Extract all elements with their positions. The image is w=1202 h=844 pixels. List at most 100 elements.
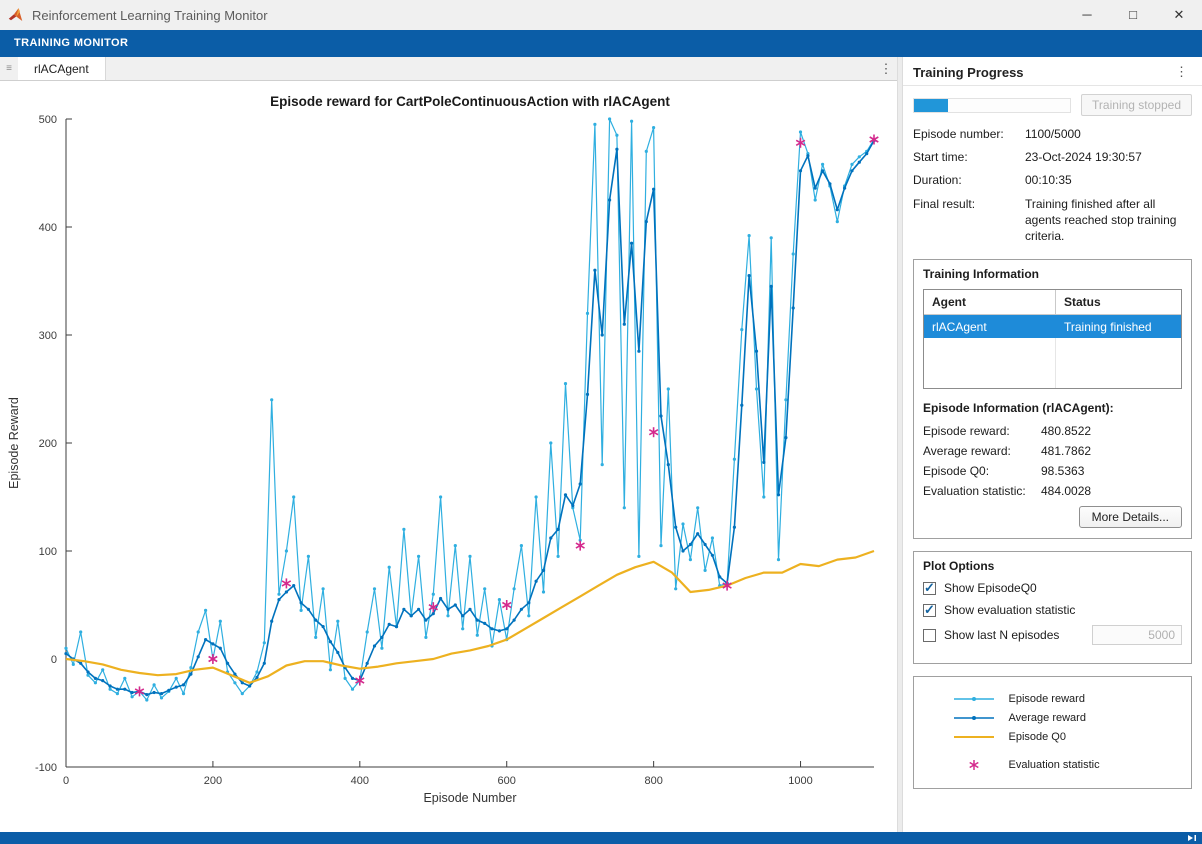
svg-text:600: 600 <box>498 775 516 787</box>
training-stopped-button[interactable]: Training stopped <box>1081 94 1192 116</box>
svg-text:0: 0 <box>63 775 69 787</box>
divider <box>903 85 1202 86</box>
matlab-logo-icon <box>8 7 26 23</box>
legend-episode-q0-sample <box>949 731 999 743</box>
training-progress-panel: Training Progress ⋮ Training stopped Epi… <box>903 57 1202 832</box>
legend-item-episode-q0: Episode Q0 <box>949 727 1157 746</box>
option-label: Show evaluation statistic <box>944 603 1075 617</box>
field-value: 00:10:35 <box>1025 172 1192 188</box>
table-empty-area <box>924 338 1181 388</box>
more-details-button[interactable]: More Details... <box>1079 506 1182 528</box>
titlebar: Reinforcement Learning Training Monitor … <box>0 0 1202 30</box>
table-row[interactable]: rlACAgent Training finished <box>924 315 1181 338</box>
svg-text:0: 0 <box>51 654 57 666</box>
field-episode-number: Episode number: 1100/5000 <box>903 122 1202 145</box>
svg-text:300: 300 <box>39 330 57 342</box>
legend-episode-reward-sample <box>949 693 999 705</box>
chart-container: -100010020030040050002004006008001000Epi… <box>0 81 897 832</box>
main-area: ≡ rlACAgent ⋮ -1000100200300400500020040… <box>0 57 1202 832</box>
legend-item-average-reward: Average reward <box>949 708 1157 727</box>
field-label: Episode reward: <box>923 424 1041 438</box>
field-label: Average reward: <box>923 444 1041 458</box>
svg-text:400: 400 <box>351 775 369 787</box>
option-show-evaluation-statistic: Show evaluation statistic <box>923 603 1182 617</box>
training-progress-bar <box>913 98 1071 113</box>
average-reward-row: Average reward: 481.7862 <box>923 444 1182 458</box>
field-value: Training finished after all agents reach… <box>1025 196 1192 245</box>
plot-options-group: Plot Options Show EpisodeQ0 Show evaluat… <box>913 551 1192 664</box>
cell-status: Training finished <box>1056 315 1181 338</box>
column-header-status: Status <box>1056 290 1181 314</box>
checkbox-show-evaluation-statistic[interactable] <box>923 604 936 617</box>
field-value: 98.5363 <box>1041 464 1084 478</box>
checkbox-show-episodeq0[interactable] <box>923 582 936 595</box>
field-start-time: Start time: 23-Oct-2024 19:30:57 <box>903 145 1202 168</box>
svg-text:1000: 1000 <box>788 775 812 787</box>
svg-text:200: 200 <box>39 438 57 450</box>
training-information-group: Training Information Agent Status rlACAg… <box>913 259 1192 539</box>
panel-header: Training Progress ⋮ <box>903 57 1202 85</box>
episode-reward-row: Episode reward: 480.8522 <box>923 424 1182 438</box>
evaluation-statistic-row: Evaluation statistic: 484.0028 <box>923 484 1182 498</box>
bottom-statusbar <box>0 832 1202 844</box>
svg-text:Episode reward for CartPoleCon: Episode reward for CartPoleContinuousAct… <box>270 94 670 109</box>
tab-grip-icon: ≡ <box>0 57 18 80</box>
svg-text:500: 500 <box>39 114 57 126</box>
field-value: 480.8522 <box>1041 424 1091 438</box>
field-duration: Duration: 00:10:35 <box>903 168 1202 191</box>
agent-status-table: Agent Status rlACAgent Training finished <box>923 289 1182 389</box>
field-final-result: Final result: Training finished after al… <box>903 192 1202 248</box>
expand-panel-icon[interactable] <box>1187 834 1197 842</box>
legend-item-evaluation-statistic: Evaluation statistic <box>949 755 1157 774</box>
legend-evaluation-statistic-sample <box>949 758 999 772</box>
field-label: Final result: <box>913 196 1025 245</box>
svg-text:400: 400 <box>39 222 57 234</box>
training-progress-fill <box>914 99 948 112</box>
tab-training-monitor[interactable]: TRAINING MONITOR <box>0 30 142 57</box>
field-value: 484.0028 <box>1041 484 1091 498</box>
svg-text:800: 800 <box>644 775 662 787</box>
legend-label: Episode reward <box>1009 693 1085 705</box>
legend-label: Average reward <box>1009 712 1086 724</box>
checkbox-show-last-n-episodes[interactable] <box>923 629 936 642</box>
minimize-icon[interactable]: ─ <box>1064 0 1110 30</box>
legend-label: Evaluation statistic <box>1009 759 1100 771</box>
svg-text:Episode Number: Episode Number <box>423 791 516 805</box>
plot-options-title: Plot Options <box>923 559 1182 573</box>
toolstrip: TRAINING MONITOR <box>0 30 1202 57</box>
field-label: Duration: <box>913 172 1025 188</box>
option-label: Show last N episodes <box>944 628 1059 642</box>
episode-information-title: Episode Information (rlACAgent): <box>923 401 1182 415</box>
document-tabstrip: ≡ rlACAgent ⋮ <box>0 57 897 81</box>
option-show-last-n-episodes: Show last N episodes <box>923 625 1182 645</box>
close-icon[interactable]: ✕ <box>1156 0 1202 30</box>
progress-row: Training stopped <box>903 90 1202 122</box>
cell-agent: rlACAgent <box>924 315 1056 338</box>
field-label: Evaluation statistic: <box>923 484 1041 498</box>
option-show-episodeq0: Show EpisodeQ0 <box>923 581 1182 595</box>
training-information-title: Training Information <box>923 267 1182 281</box>
training-chart: -100010020030040050002004006008001000Epi… <box>0 81 897 832</box>
field-value: 23-Oct-2024 19:30:57 <box>1025 149 1192 165</box>
field-label: Start time: <box>913 149 1025 165</box>
episode-q0-row: Episode Q0: 98.5363 <box>923 464 1182 478</box>
svg-text:100: 100 <box>39 546 57 558</box>
window-controls: ─ □ ✕ <box>1064 0 1202 30</box>
maximize-icon[interactable]: □ <box>1110 0 1156 30</box>
panel-title: Training Progress <box>913 65 1024 80</box>
panel-menu-kebab-icon[interactable]: ⋮ <box>1171 64 1192 80</box>
legend-average-reward-sample <box>949 712 999 724</box>
option-label: Show EpisodeQ0 <box>944 581 1037 595</box>
tab-rlacagent[interactable]: rlACAgent <box>18 57 106 80</box>
tab-rlacagent-label: rlACAgent <box>34 62 89 76</box>
field-label: Episode Q0: <box>923 464 1041 478</box>
table-header-row: Agent Status <box>924 290 1181 315</box>
legend-item-episode-reward: Episode reward <box>949 689 1157 708</box>
document-menu-kebab-icon[interactable]: ⋮ <box>875 57 897 80</box>
chart-legend: Episode reward Average reward Episode Q0 <box>913 676 1192 789</box>
svg-text:-100: -100 <box>35 762 57 774</box>
window-title: Reinforcement Learning Training Monitor <box>32 8 268 23</box>
column-header-agent: Agent <box>924 290 1056 314</box>
field-value: 481.7862 <box>1041 444 1091 458</box>
last-n-episodes-input[interactable] <box>1092 625 1182 645</box>
